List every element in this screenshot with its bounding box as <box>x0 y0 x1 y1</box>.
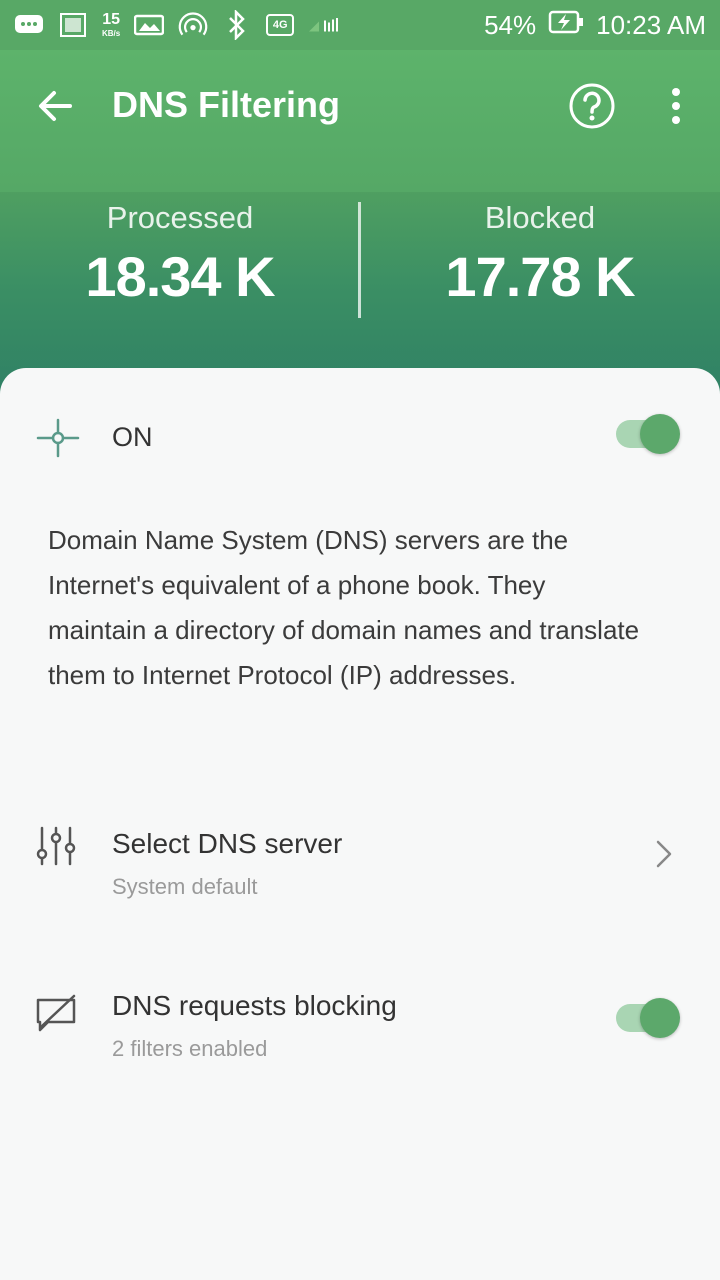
data-speed-value: 15 <box>102 10 121 28</box>
dns-main-switch-thumb[interactable] <box>640 414 680 454</box>
processed-label: Processed <box>106 200 254 235</box>
blocked-label: Blocked <box>484 200 596 235</box>
dns-blocking-switch-thumb[interactable] <box>640 998 680 1038</box>
processed-stat: Processed 18.34 K <box>0 192 360 309</box>
dns-description: Domain Name System (DNS) servers are the… <box>48 525 640 690</box>
signal-icon <box>308 12 339 38</box>
clock: 10:23 AM <box>596 9 706 40</box>
dns-toggle-label: ON <box>112 422 153 452</box>
battery-charging-icon <box>548 10 584 41</box>
page-title: DNS Filtering <box>112 84 341 125</box>
battery-percent: 54% <box>484 9 537 40</box>
blocked-stat: Blocked 17.78 K <box>360 192 720 309</box>
message-icon <box>14 12 44 38</box>
help-icon[interactable] <box>568 82 616 130</box>
equalizer-icon <box>34 824 78 868</box>
back-arrow-icon[interactable] <box>36 86 76 126</box>
blocked-message-icon <box>34 990 78 1034</box>
network-type-badge: 4G <box>266 14 295 36</box>
processed-value: 18.34 K <box>85 245 275 308</box>
app-toolbar: DNS Filtering <box>0 50 720 192</box>
status-bar: 15 KB/s 4G 54% 10:23 AM <box>0 0 720 50</box>
select-dns-server-subtitle: System default <box>112 874 258 899</box>
dns-requests-blocking-subtitle: 2 filters enabled <box>112 1036 268 1061</box>
blocked-value: 17.78 K <box>445 245 635 308</box>
gallery-icon <box>134 12 165 38</box>
hotspot-icon <box>178 12 208 38</box>
dns-requests-blocking-title: DNS requests blocking <box>112 990 397 1021</box>
data-speed: 15 KB/s <box>102 10 121 39</box>
image-icon <box>58 12 88 38</box>
chevron-right-icon <box>650 836 678 872</box>
data-speed-unit: KB/s <box>102 28 121 38</box>
more-vert-icon[interactable] <box>660 82 692 130</box>
bluetooth-icon <box>222 10 252 40</box>
select-dns-server-title: Select DNS server <box>112 828 343 859</box>
settings-card: ON Domain Name System (DNS) servers are … <box>0 368 720 1280</box>
dns-node-icon <box>36 416 80 460</box>
